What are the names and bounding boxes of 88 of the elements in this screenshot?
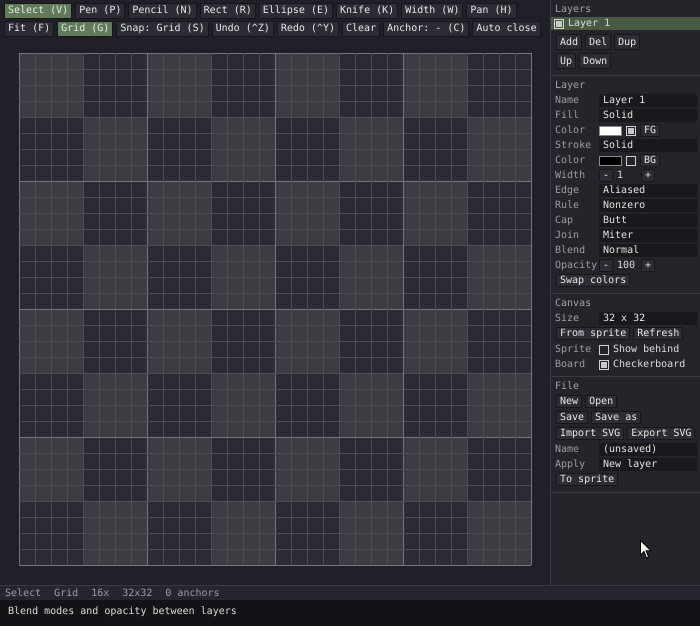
tool-button[interactable]: Clear bbox=[342, 21, 380, 37]
color-swatch[interactable] bbox=[599, 156, 622, 166]
section-title: File bbox=[555, 380, 580, 394]
panel-button[interactable]: Swap colors bbox=[556, 274, 630, 287]
tool-button[interactable]: Auto close bbox=[472, 21, 541, 37]
tool-button[interactable]: Width (W) bbox=[401, 3, 464, 19]
layer-button[interactable]: Down bbox=[579, 53, 612, 69]
color-swatch[interactable] bbox=[599, 126, 622, 136]
status-text: Grid bbox=[54, 588, 78, 598]
field-label: Color bbox=[555, 155, 586, 166]
layer-button[interactable]: Up bbox=[556, 53, 576, 69]
tool-button[interactable]: Knife (K) bbox=[336, 3, 398, 19]
checkbox-label: Show behind bbox=[613, 344, 680, 355]
checkbox[interactable] bbox=[626, 156, 636, 166]
decrement-button[interactable]: - bbox=[599, 169, 614, 182]
field-label: Blend bbox=[555, 245, 586, 256]
status-text: 32x32 bbox=[122, 588, 152, 598]
panel-button[interactable]: From sprite bbox=[556, 327, 630, 340]
input-field[interactable]: Layer 1 bbox=[599, 94, 697, 107]
layer-button[interactable]: Add bbox=[556, 34, 582, 50]
field-label: Color bbox=[555, 125, 586, 136]
input-field[interactable]: Solid bbox=[599, 139, 697, 152]
input-field[interactable]: Butt bbox=[599, 214, 697, 227]
stepper-value: 1 bbox=[616, 170, 624, 181]
input-field[interactable]: Normal bbox=[599, 244, 697, 257]
checkbox-label: Checkerboard bbox=[613, 359, 686, 370]
panel-button[interactable]: Save as bbox=[591, 411, 642, 424]
color-button[interactable]: BG bbox=[640, 154, 660, 167]
tool-button[interactable]: Pan (H) bbox=[466, 3, 517, 19]
field-label: Opacity bbox=[555, 260, 598, 271]
tool-button[interactable]: Select (V) bbox=[4, 3, 72, 19]
tool-button[interactable]: Snap: Grid (S) bbox=[116, 21, 209, 37]
color-button[interactable]: FG bbox=[640, 124, 660, 137]
section-title: Layer bbox=[555, 79, 586, 93]
layer-item[interactable]: Layer 1 bbox=[551, 17, 700, 30]
pointer-cursor-icon bbox=[640, 540, 652, 559]
tool-button[interactable]: Anchor: - (C) bbox=[383, 21, 470, 37]
section-title: Canvas bbox=[555, 297, 592, 311]
field-label: Rule bbox=[555, 200, 580, 211]
field-label: Fill bbox=[555, 110, 580, 121]
status-text: 0 anchors bbox=[165, 588, 220, 598]
tool-button[interactable]: Grid (G) bbox=[57, 21, 114, 37]
tool-button[interactable]: Pen (P) bbox=[75, 3, 126, 19]
field-label: Stroke bbox=[555, 140, 592, 151]
input-field[interactable]: 32 x 32 bbox=[599, 312, 697, 325]
tool-button[interactable]: Rect (R) bbox=[200, 3, 256, 19]
layer-button[interactable]: Del bbox=[585, 34, 612, 50]
input-field[interactable]: Solid bbox=[599, 109, 697, 122]
tip-text: Blend modes and opacity between layers bbox=[8, 606, 237, 617]
checkbox[interactable] bbox=[599, 360, 609, 370]
field-label: Join bbox=[555, 230, 580, 241]
field-label: Cap bbox=[555, 215, 574, 226]
tool-button[interactable]: Redo (^Y) bbox=[276, 21, 339, 37]
panel-button[interactable]: Import SVG bbox=[556, 427, 624, 440]
tool-button[interactable]: Undo (^Z) bbox=[212, 21, 274, 37]
field-label: Name bbox=[555, 444, 580, 455]
checkerboard-grid-drawing[interactable] bbox=[19, 53, 532, 566]
panel-button[interactable]: Export SVG bbox=[627, 427, 696, 440]
field-label: Apply bbox=[555, 459, 586, 470]
input-field[interactable]: Nonzero bbox=[599, 199, 697, 212]
decrement-button[interactable]: - bbox=[599, 259, 614, 272]
status-text: 16x bbox=[91, 588, 110, 598]
tool-button[interactable]: Pencil (N) bbox=[128, 3, 197, 19]
field-label: Board bbox=[555, 359, 586, 370]
panel-button[interactable]: Refresh bbox=[633, 327, 684, 340]
tool-button[interactable]: Ellipse (E) bbox=[258, 3, 333, 19]
input-field[interactable]: (unsaved) bbox=[599, 443, 697, 456]
tool-button[interactable]: Fit (F) bbox=[4, 21, 54, 37]
layer-button[interactable]: Dup bbox=[614, 34, 640, 50]
increment-button[interactable]: + bbox=[641, 169, 656, 182]
checkbox[interactable] bbox=[626, 126, 636, 136]
checkbox[interactable] bbox=[599, 344, 609, 354]
input-field[interactable]: Aliased bbox=[599, 184, 697, 197]
stepper-value: 100 bbox=[616, 260, 636, 271]
field-label: Sprite bbox=[555, 344, 592, 355]
input-field[interactable]: Miter bbox=[599, 229, 697, 242]
field-label: Edge bbox=[555, 185, 580, 196]
panel-button[interactable]: Save bbox=[556, 411, 588, 424]
section-title: Layers bbox=[555, 3, 592, 17]
status-text: Select bbox=[5, 588, 42, 598]
panel-button[interactable]: To sprite bbox=[556, 473, 618, 486]
panel-button[interactable]: Open bbox=[585, 395, 618, 408]
field-label: Size bbox=[555, 313, 580, 324]
increment-button[interactable]: + bbox=[641, 259, 656, 272]
panel-button[interactable]: New bbox=[556, 395, 582, 408]
input-field[interactable]: New layer bbox=[599, 458, 697, 471]
field-label: Width bbox=[555, 170, 586, 181]
field-label: Name bbox=[555, 95, 580, 106]
